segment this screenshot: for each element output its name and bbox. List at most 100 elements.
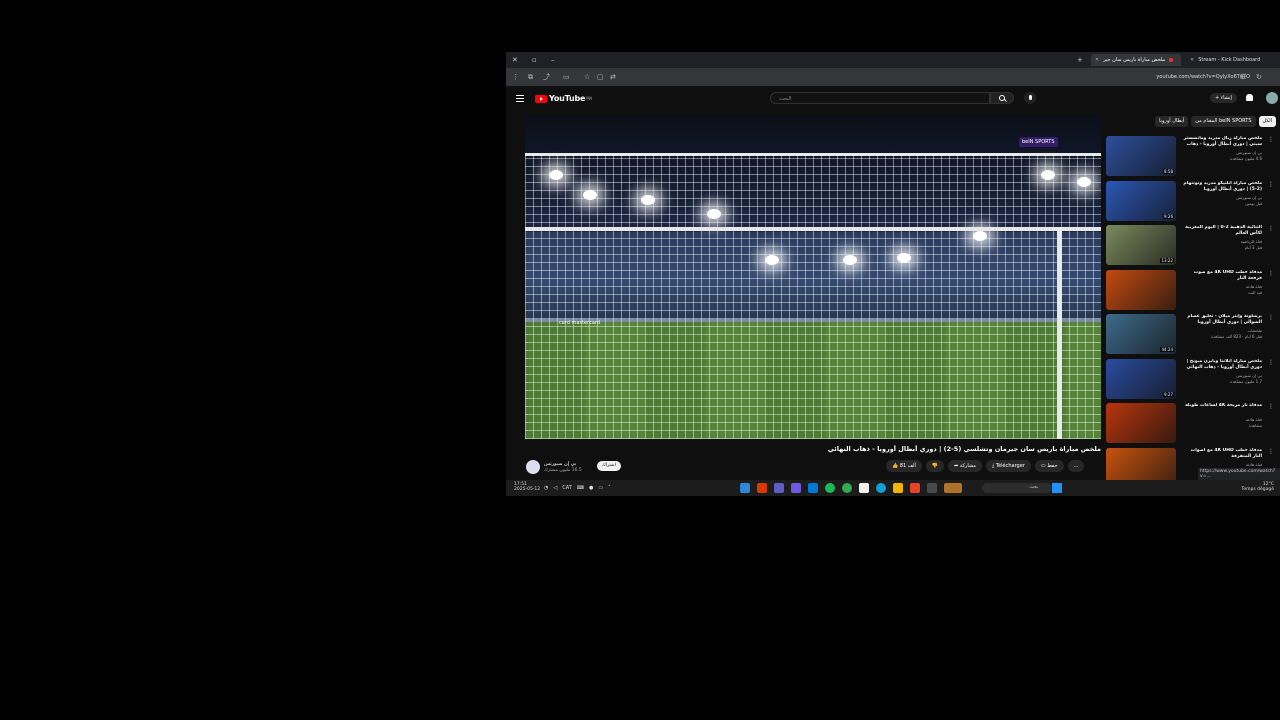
recommendation-title[interactable]: مدفأة نار مريحة 4K لساعات طويلة: [1180, 403, 1262, 409]
recommendation-title[interactable]: ملخص مباراة أتلانتا وبايرن ميونخ | دوري …: [1180, 359, 1262, 371]
recommendation-title[interactable]: ملخص مباراة ريال مدريد ومانشستر سيتي | د…: [1180, 136, 1262, 148]
share-button[interactable]: ➦ مشاركة: [948, 460, 983, 472]
recommendation-item[interactable]: مدفأة نار مريحة 4K لساعات طويلة قناة هادئ…: [1106, 403, 1276, 448]
spotify-icon[interactable]: [825, 483, 835, 493]
recommendation-channel[interactable]: قناة هادئة: [1180, 462, 1262, 467]
recommendation-title[interactable]: الثنائية الذهبية 2-0 | اليوم المغربية لك…: [1180, 225, 1262, 237]
taskbar-search[interactable]: بحث: [982, 483, 1052, 493]
translate-icon[interactable]: ⇄: [610, 73, 616, 81]
recommendation-item[interactable]: مدفأة حطب 4K UHD مع صوت فرقعة النار قناة …: [1106, 269, 1276, 315]
recommendation-channel[interactable]: قناة هادئة: [1180, 284, 1262, 289]
app-icon[interactable]: [859, 483, 869, 493]
video-player[interactable]: card mastercard beIN SPORTS: [525, 115, 1101, 439]
app-icon[interactable]: [774, 483, 784, 493]
recommendation-item[interactable]: 9:26 ملخص مباراة أتلتيكو مدريد وتوتنهام (…: [1106, 180, 1276, 226]
app-icon[interactable]: [757, 483, 767, 493]
recommendation-channel[interactable]: بي إن سبورتس: [1180, 150, 1262, 155]
recommendation-item[interactable]: 13:22 الثنائية الذهبية 2-0 | اليوم المغرب…: [1106, 225, 1276, 270]
recommendation-item[interactable]: 44:24 برشلونة وإنتر ميلان - تعليق عصام ال…: [1106, 314, 1276, 359]
volume-icon[interactable]: ◁: [553, 485, 557, 491]
recommendation-channel[interactable]: قناة الرياضية: [1180, 239, 1262, 244]
keyboard-icon[interactable]: ⌨: [577, 485, 584, 491]
close-window-icon[interactable]: ✕: [512, 56, 518, 64]
file-explorer-icon[interactable]: [893, 483, 903, 493]
weather-widget[interactable]: 12°C Temps dégagé: [1241, 482, 1274, 492]
chrome-icon[interactable]: [842, 483, 852, 493]
app-icon[interactable]: [910, 483, 920, 493]
download-button[interactable]: ⤓ Télécharger: [986, 460, 1031, 472]
recommendation-title[interactable]: ملخص مباراة أتلتيكو مدريد وتوتنهام (2-5)…: [1180, 181, 1262, 193]
new-tab-icon[interactable]: +: [1077, 56, 1083, 64]
save-button[interactable]: ▭ حفظ: [1034, 460, 1064, 472]
tab-youtube[interactable]: ✕ ملخص مباراة باريس سان جير: [1091, 54, 1181, 66]
search-icon[interactable]: [990, 92, 1014, 104]
hamburger-menu-icon[interactable]: [516, 95, 524, 102]
more-options-icon[interactable]: ⋮: [1268, 270, 1274, 277]
more-actions-button[interactable]: ...: [1067, 460, 1085, 472]
more-options-icon[interactable]: ⋮: [1268, 181, 1274, 188]
search-input[interactable]: البحث: [770, 92, 990, 104]
recommendation-channel[interactable]: بي إن سبورتس: [1180, 195, 1262, 200]
extensions-icon[interactable]: ⧉: [528, 73, 533, 81]
youtube-logo[interactable]: YouTube MA: [535, 94, 592, 103]
video-thumbnail[interactable]: [1106, 403, 1176, 443]
app-icon[interactable]: [944, 483, 962, 493]
app-icon[interactable]: [927, 483, 937, 493]
cast-icon[interactable]: ▭: [563, 73, 570, 81]
recommendation-channel[interactable]: قناة هادئة: [1180, 417, 1262, 422]
tab-kick-dashboard[interactable]: ✕ Stream - Kick Dashboard: [1186, 54, 1276, 66]
chevron-right-icon[interactable]: ›: [1260, 118, 1263, 126]
minimize-icon[interactable]: –: [551, 56, 555, 64]
screenshot-icon[interactable]: ▢: [597, 73, 604, 81]
recommendation-item[interactable]: 8:58 ملخص مباراة ريال مدريد ومانشستر سيتي…: [1106, 136, 1276, 181]
notifications-bell-icon[interactable]: [1246, 94, 1253, 101]
windows-start-icon[interactable]: [1052, 483, 1062, 493]
channel-avatar[interactable]: [526, 460, 540, 474]
mic-tray-icon[interactable]: ●: [589, 485, 593, 491]
url-field[interactable]: youtube.com/watch?v=QyIyXo6TgTO: [1156, 74, 1250, 80]
recommendation-channel[interactable]: ملخصات: [1180, 328, 1262, 333]
video-thumbnail[interactable]: 9:26: [1106, 180, 1176, 221]
reload-icon[interactable]: ↻: [1256, 73, 1262, 81]
create-button[interactable]: + إنشاء: [1210, 93, 1237, 103]
more-options-icon[interactable]: ⋮: [1268, 448, 1274, 455]
battery-icon[interactable]: ▭: [598, 485, 603, 491]
like-button[interactable]: 👍 81 ألف: [886, 460, 922, 472]
more-options-icon[interactable]: ⋮: [1268, 225, 1274, 232]
video-thumbnail[interactable]: 8:58: [1106, 136, 1176, 176]
edge-icon[interactable]: [876, 483, 886, 493]
video-thumbnail[interactable]: 44:24: [1106, 314, 1176, 354]
video-thumbnail[interactable]: 9:27: [1106, 358, 1176, 399]
clock[interactable]: 17:51 2025-05-12: [514, 482, 540, 492]
video-thumbnail[interactable]: 13:22: [1106, 225, 1176, 265]
wifi-icon[interactable]: ◔: [544, 485, 548, 491]
dislike-button[interactable]: 👎: [925, 460, 945, 472]
recommendation-title[interactable]: مدفأة حطب 4K UHD مع أصوات النار المتفرقة: [1180, 448, 1262, 460]
close-tab-icon[interactable]: ✕: [1190, 57, 1194, 63]
video-thumbnail[interactable]: [1106, 269, 1176, 310]
close-tab-icon[interactable]: ✕: [1095, 57, 1099, 63]
subscribe-button[interactable]: اشتراك: [597, 461, 621, 471]
more-options-icon[interactable]: ⋮: [1268, 136, 1274, 143]
microphone-icon[interactable]: [1024, 92, 1036, 104]
account-avatar[interactable]: [1266, 92, 1278, 104]
show-hidden-icons-icon[interactable]: ˄: [608, 485, 611, 491]
more-options-icon[interactable]: ⋮: [1268, 403, 1274, 410]
chip-champions-league[interactable]: أبطال أوروبا: [1155, 116, 1189, 127]
maximize-icon[interactable]: ▫: [532, 56, 537, 64]
recommendation-title[interactable]: برشلونة وإنتر ميلان - تعليق عصام الشوالي…: [1180, 314, 1262, 326]
chip-bein[interactable]: beIN SPORTS المقدّم من: [1191, 116, 1256, 127]
recommendation-title[interactable]: مدفأة حطب 4K UHD مع صوت فرقعة النار: [1180, 270, 1262, 282]
bookmark-star-icon[interactable]: ☆: [584, 73, 590, 81]
menu-dots-icon[interactable]: ⋮: [512, 73, 519, 81]
app-icon[interactable]: [808, 483, 818, 493]
recommendation-item[interactable]: 9:27 ملخص مباراة أتلانتا وبايرن ميونخ | د…: [1106, 358, 1276, 404]
more-options-icon[interactable]: ⋮: [1268, 359, 1274, 366]
recommendation-channel[interactable]: بي إن سبورتس: [1180, 373, 1262, 378]
share-icon[interactable]: ⤴: [543, 73, 550, 81]
app-icon[interactable]: [740, 483, 750, 493]
site-info-icon[interactable]: ☰: [1240, 73, 1246, 81]
channel-name[interactable]: بي إن سبورتس: [544, 461, 576, 467]
more-options-icon[interactable]: ⋮: [1268, 314, 1274, 321]
app-icon[interactable]: [791, 483, 801, 493]
